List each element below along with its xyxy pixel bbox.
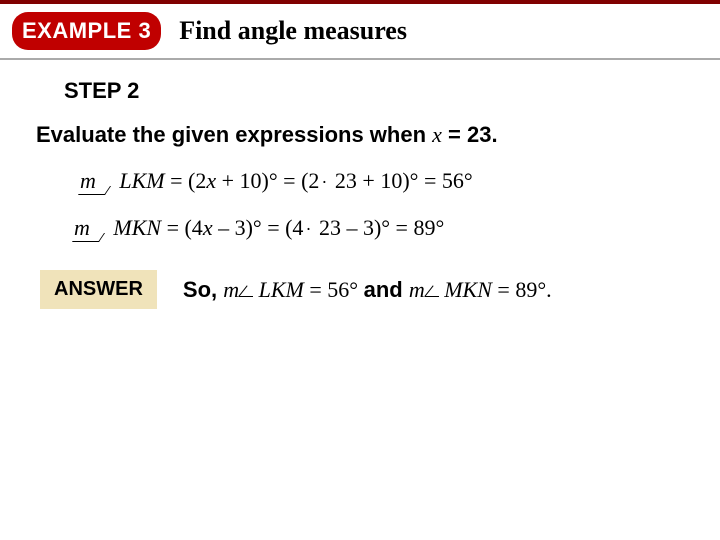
content: STEP 2 Evaluate the given expressions wh… [0, 60, 720, 309]
answer-and: and [364, 277, 409, 302]
expr1-var: x [206, 168, 216, 193]
prompt-lead: Evaluate the given expressions when [36, 122, 432, 147]
prompt-var: x [432, 122, 442, 147]
angle-icon-1 [239, 283, 253, 297]
prompt-eq: = 23. [442, 122, 498, 147]
answer-eq1: = 56° [304, 277, 364, 302]
answer-row: ANSWER So, m LKM = 56° and m MKN = 89°. [40, 270, 684, 309]
angle-name-2: MKN [113, 215, 161, 240]
answer-box: ANSWER [40, 270, 157, 309]
m-angle-symbol: m [80, 168, 114, 193]
equation-line-2: m MKN = (4x – 3)° = (4· 23 – 3)° = 89° [74, 211, 684, 244]
page-title: Find angle measures [179, 16, 407, 46]
answer-ang1: LKM [259, 277, 304, 302]
expr1-open: = (2 [165, 168, 207, 193]
example-badge: EXAMPLE 3 [12, 12, 161, 50]
answer-eq2: = 89°. [492, 277, 552, 302]
answer-so: So, [183, 277, 223, 302]
m-angle-symbol-2: m [74, 215, 108, 240]
expr2-open: = (4 [161, 215, 203, 240]
expr2-mid: – 3)° = (4 [213, 215, 304, 240]
answer-m2: m [409, 277, 425, 302]
answer-text: So, m LKM = 56° and m MKN = 89°. [183, 277, 552, 303]
answer-ang2: MKN [444, 277, 492, 302]
expr2-val: 23 – 3)° = 89° [313, 215, 444, 240]
prompt-line: Evaluate the given expressions when x = … [36, 122, 684, 148]
header: EXAMPLE 3 Find angle measures [0, 4, 720, 58]
equation-line-1: m LKM = (2x + 10)° = (2· 23 + 10)° = 56° [80, 164, 684, 197]
dot-2: · [303, 219, 313, 239]
step-label: STEP 2 [64, 78, 684, 104]
angle-icon-2 [425, 283, 439, 297]
expr1-val: 23 + 10)° = 56° [329, 168, 472, 193]
angle-name-1: LKM [119, 168, 164, 193]
answer-m1: m [223, 277, 239, 302]
expr1-mid: + 10)° = (2 [216, 168, 319, 193]
expr2-var: x [203, 215, 213, 240]
dot-1: · [319, 172, 329, 192]
